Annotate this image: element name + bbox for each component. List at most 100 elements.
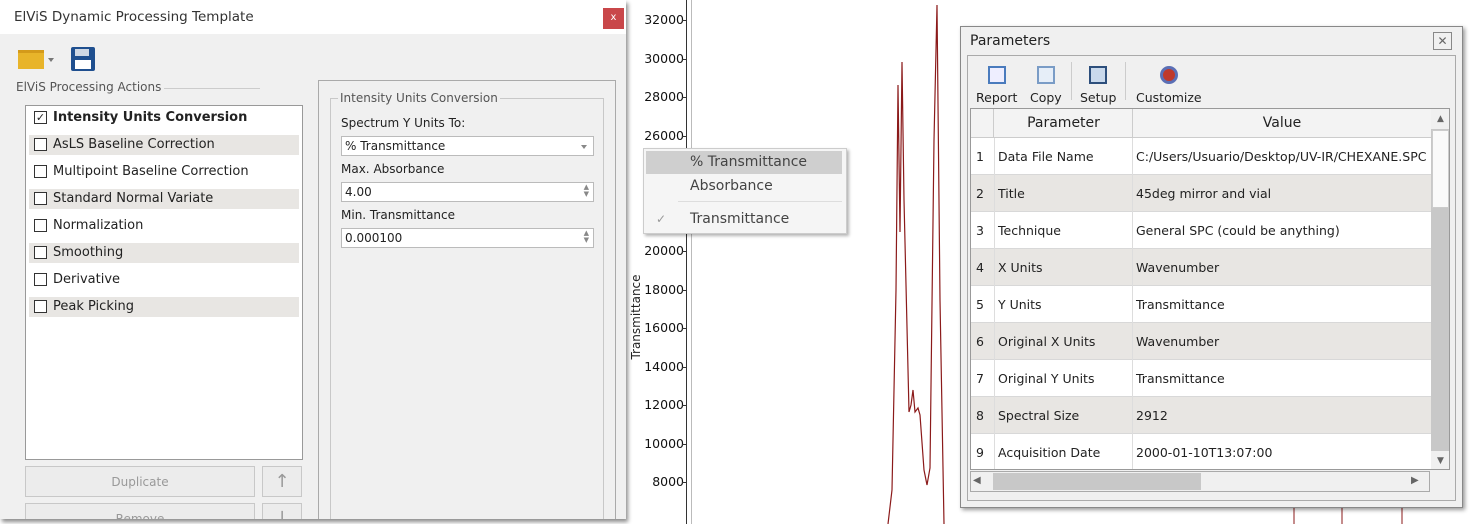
column-divider	[1132, 138, 1133, 175]
row-number: 2	[976, 186, 984, 201]
open-folder-icon[interactable]	[18, 50, 44, 69]
column-divider	[994, 360, 995, 397]
action-item[interactable]: AsLS Baseline Correction	[29, 135, 299, 155]
action-item[interactable]: Standard Normal Variate	[29, 189, 299, 209]
dropdown-arrow-icon[interactable]	[48, 58, 54, 65]
table-row[interactable]: 3 Technique General SPC (could be anything…	[971, 212, 1431, 249]
table-row[interactable]: 8 Spectral Size 2912	[971, 397, 1431, 434]
close-button[interactable]: x	[603, 8, 624, 29]
checkbox[interactable]	[34, 246, 47, 259]
parameter-value: 45deg mirror and vial	[1136, 186, 1272, 201]
action-label: AsLS Baseline Correction	[53, 137, 215, 152]
parameter-name: X Units	[998, 260, 1043, 275]
row-number-header	[971, 109, 994, 138]
scroll-down-arrow[interactable]: ▼	[1431, 451, 1449, 469]
column-divider	[994, 434, 995, 469]
checkbox[interactable]	[34, 138, 47, 151]
scroll-left-arrow[interactable]: ◀	[973, 475, 981, 486]
check-icon: ✓	[656, 212, 667, 226]
spinner-icon[interactable]: ▲ ▼	[584, 184, 589, 198]
checkbox[interactable]	[34, 192, 47, 205]
row-number: 1	[976, 149, 984, 164]
checkbox[interactable]: ✓	[34, 111, 47, 124]
min-transmittance-input[interactable]: 0.000100 ▲ ▼	[341, 228, 594, 248]
parameters-title: Parameters	[970, 33, 1051, 49]
action-item[interactable]: Peak Picking	[29, 297, 299, 317]
parameter-name: Y Units	[998, 297, 1042, 312]
table-row[interactable]: 9 Acquisition Date 2000-01-10T13:07:00	[971, 434, 1431, 469]
action-label: Intensity Units Conversion	[53, 110, 248, 125]
duplicate-button[interactable]: Duplicate	[25, 466, 255, 497]
parameter-value: Wavenumber	[1136, 334, 1220, 349]
copy-button[interactable]: Copy	[1030, 66, 1062, 105]
horizontal-scrollbar[interactable]: ◀ ▶	[970, 471, 1430, 492]
menu-item-absorbance[interactable]: Absorbance	[646, 175, 842, 198]
parameter-value: Transmittance	[1136, 297, 1225, 312]
column-divider	[1132, 249, 1133, 286]
scroll-right-arrow[interactable]: ▶	[1411, 475, 1419, 486]
scrollbar-thumb[interactable]	[1432, 130, 1449, 208]
action-label: Standard Normal Variate	[53, 191, 214, 206]
checkbox[interactable]	[34, 273, 47, 286]
column-divider	[1132, 323, 1133, 360]
dialog-title: ElViS Dynamic Processing Template	[14, 9, 254, 25]
action-label: Normalization	[53, 218, 144, 233]
table-row[interactable]: 5 Y Units Transmittance	[971, 286, 1431, 323]
scroll-up-arrow[interactable]: ▲	[1431, 109, 1449, 129]
action-item[interactable]: Multipoint Baseline Correction	[29, 162, 299, 182]
column-header-value[interactable]: Value	[1133, 115, 1431, 131]
scrollbar-thumb[interactable]	[993, 473, 1201, 490]
move-down-button[interactable]: ↓	[262, 503, 302, 519]
column-divider	[994, 175, 995, 212]
toolbar-separator	[1125, 62, 1126, 100]
parameter-name: Original Y Units	[998, 371, 1095, 386]
remove-button[interactable]: Remove	[25, 503, 255, 519]
menu-item-transmittance[interactable]: ✓ Transmittance	[646, 208, 842, 231]
parameter-name: Title	[998, 186, 1025, 201]
column-divider	[1132, 434, 1133, 469]
column-header-parameter[interactable]: Parameter	[994, 115, 1133, 131]
max-absorbance-input[interactable]: 4.00 ▲ ▼	[341, 182, 594, 202]
processing-template-dialog: ElViS Dynamic Processing Template x ElVi…	[0, 0, 626, 519]
action-item[interactable]: Derivative	[29, 270, 299, 290]
parameter-value: 2912	[1136, 408, 1168, 423]
parameter-value: Wavenumber	[1136, 260, 1220, 275]
action-label: Peak Picking	[53, 299, 134, 314]
action-item[interactable]: Normalization	[29, 216, 299, 236]
close-icon[interactable]: ✕	[1433, 32, 1452, 50]
column-divider	[1132, 212, 1133, 249]
parameter-value: Transmittance	[1136, 371, 1225, 386]
settings-group-label: Intensity Units Conversion	[338, 91, 500, 105]
column-divider	[994, 138, 995, 175]
action-item[interactable]: Smoothing	[29, 243, 299, 263]
vertical-scrollbar[interactable]: ▲ ▼	[1431, 109, 1449, 469]
copy-icon	[1036, 66, 1055, 84]
save-icon[interactable]	[71, 47, 95, 71]
row-number: 9	[976, 445, 984, 460]
action-label: Smoothing	[53, 245, 124, 260]
y-units-select[interactable]: % Transmittance	[341, 136, 594, 156]
column-divider	[1132, 286, 1133, 323]
row-number: 8	[976, 408, 984, 423]
row-number: 5	[976, 297, 984, 312]
column-divider	[994, 323, 995, 360]
processing-actions-list[interactable]: ✓ Intensity Units Conversion AsLS Baseline…	[25, 105, 303, 460]
checkbox[interactable]	[34, 300, 47, 313]
report-button[interactable]: Report	[976, 66, 1017, 105]
table-row[interactable]: 4 X Units Wavenumber	[971, 249, 1431, 286]
setup-button[interactable]: Setup	[1080, 66, 1116, 105]
parameter-name: Spectral Size	[998, 408, 1080, 423]
table-row[interactable]: 6 Original X Units Wavenumber	[971, 323, 1431, 360]
move-up-button[interactable]: ↑	[262, 466, 302, 497]
table-row[interactable]: 1 Data File Name C:/Users/Usuario/Desktop/…	[971, 138, 1431, 175]
checkbox[interactable]	[34, 219, 47, 232]
parameter-name: Original X Units	[998, 334, 1096, 349]
column-divider	[994, 212, 995, 249]
action-item[interactable]: ✓ Intensity Units Conversion	[29, 108, 299, 128]
table-row[interactable]: 2 Title 45deg mirror and vial	[971, 175, 1431, 212]
checkbox[interactable]	[34, 165, 47, 178]
customize-button[interactable]: Customize	[1136, 66, 1202, 105]
menu-item-percent-transmittance[interactable]: % Transmittance	[646, 151, 842, 174]
spinner-icon[interactable]: ▲ ▼	[584, 230, 589, 244]
table-row[interactable]: 7 Original Y Units Transmittance	[971, 360, 1431, 397]
